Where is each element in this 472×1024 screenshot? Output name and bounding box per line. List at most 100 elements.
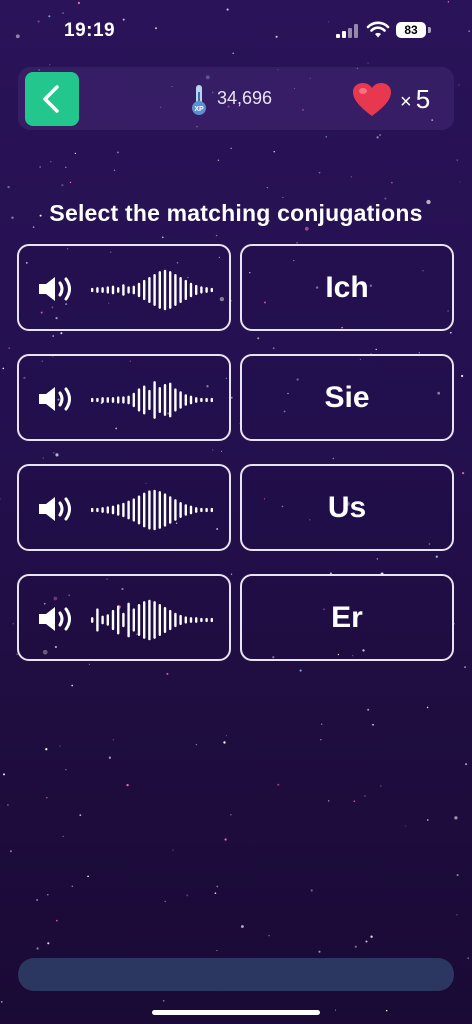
audio-option-1[interactable]: [17, 244, 231, 331]
star: [460, 374, 464, 378]
audio-option-4[interactable]: [17, 574, 231, 661]
waveform-bar: [117, 287, 120, 293]
star: [266, 186, 269, 189]
star: [46, 796, 48, 799]
star: [215, 234, 218, 237]
star: [126, 783, 129, 787]
star: [8, 347, 11, 349]
waveform-bar: [158, 271, 161, 309]
star: [272, 347, 275, 350]
star: [79, 814, 82, 817]
waveform-bar: [158, 386, 161, 414]
waveform-bar: [106, 397, 109, 403]
star: [216, 949, 218, 952]
star: [282, 196, 284, 198]
word-label: Us: [327, 490, 367, 524]
star: [367, 62, 369, 64]
star: [370, 935, 373, 938]
waveform-bar: [163, 493, 167, 527]
waveform-bar: [179, 614, 182, 626]
waveform-bar: [91, 507, 94, 513]
star: [195, 743, 198, 746]
continue-button[interactable]: [18, 958, 454, 991]
star: [462, 472, 465, 475]
star: [164, 900, 166, 903]
star: [391, 181, 393, 184]
star: [230, 396, 233, 399]
waveform-bar: [195, 397, 198, 403]
star: [318, 171, 321, 174]
star: [376, 558, 379, 560]
star: [458, 84, 460, 86]
waveform-bar: [148, 389, 151, 411]
star: [367, 708, 370, 711]
waveform-bar: [195, 617, 198, 623]
star: [405, 825, 407, 827]
waveform-bar: [143, 492, 146, 528]
waveform-icon: [91, 599, 213, 641]
star: [74, 152, 77, 155]
waveform-bar: [179, 502, 182, 518]
star: [372, 723, 374, 726]
star: [454, 816, 458, 820]
speaker-icon: [39, 277, 71, 301]
waveform-bar: [132, 285, 135, 295]
star: [353, 800, 356, 803]
star: [310, 889, 313, 892]
star: [320, 738, 322, 741]
waveform-bar: [111, 609, 115, 631]
star: [375, 348, 377, 351]
waveform-bar: [179, 276, 182, 304]
cellular-signal-icon: [336, 24, 360, 38]
waveform-bar: [148, 490, 151, 530]
back-button[interactable]: [25, 72, 79, 126]
star: [328, 800, 330, 802]
waveform-bar: [153, 601, 156, 639]
star: [212, 449, 214, 451]
waveform-bar: [143, 279, 146, 301]
xp-value: 34,696: [217, 88, 273, 108]
star: [268, 934, 270, 937]
word-option-2[interactable]: Sie: [240, 354, 454, 441]
word-option-4[interactable]: Er: [240, 574, 454, 661]
waveform-bar: [205, 287, 208, 293]
svg-text:XP: XP: [194, 106, 204, 113]
waveform-bar: [111, 505, 115, 515]
star: [88, 663, 90, 665]
waveform-bar: [137, 388, 141, 412]
star: [172, 849, 174, 851]
word-label: Er: [331, 600, 363, 634]
audio-option-3[interactable]: [17, 464, 231, 551]
waveform-bar: [205, 617, 208, 623]
waveform-bar: [117, 605, 120, 635]
waveform-bar: [91, 397, 94, 403]
waveform-icon: [91, 489, 213, 531]
waveform-bar: [132, 392, 135, 408]
word-option-3[interactable]: Us: [240, 464, 454, 551]
waveform-bar: [101, 507, 104, 513]
waveform-bar: [200, 617, 203, 623]
waveform-bar: [132, 608, 135, 632]
waveform-bar: [210, 617, 213, 623]
waveform-bar: [200, 507, 203, 513]
wifi-icon: [366, 21, 390, 38]
waveform-bar: [189, 617, 193, 623]
waveform-bar: [184, 504, 187, 516]
waveform-bar: [111, 285, 115, 295]
waveform-bar: [169, 382, 172, 418]
waveform-bar: [91, 287, 94, 293]
waveform-bar: [106, 286, 109, 294]
star: [230, 813, 232, 816]
waveform-bar: [127, 286, 130, 294]
star: [47, 893, 49, 896]
star: [449, 331, 452, 334]
star: [59, 745, 61, 747]
waveform-bar: [169, 609, 172, 631]
star: [217, 159, 220, 162]
star: [55, 453, 59, 457]
star: [379, 785, 382, 787]
star: [162, 999, 165, 1002]
word-option-1[interactable]: Ich: [240, 244, 454, 331]
waveform-bar: [137, 495, 141, 525]
audio-option-2[interactable]: [17, 354, 231, 441]
